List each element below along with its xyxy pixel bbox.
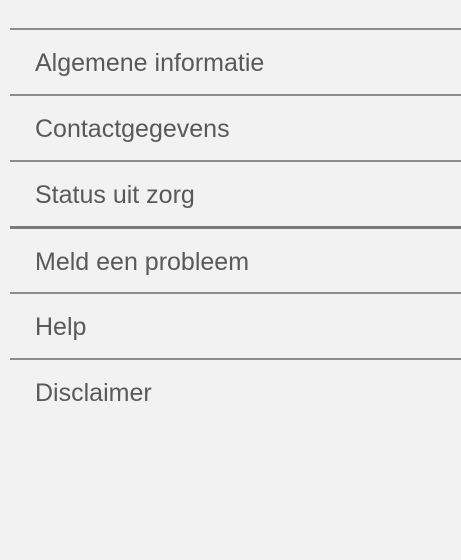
menu-item-contactgegevens[interactable]: Contactgegevens bbox=[10, 94, 461, 160]
menu-item-disclaimer[interactable]: Disclaimer bbox=[10, 358, 461, 424]
side-menu-panel: Algemene informatie Contactgegevens Stat… bbox=[10, 0, 461, 560]
menu-item-status-uit-zorg[interactable]: Status uit zorg bbox=[10, 160, 461, 226]
menu-item-help[interactable]: Help bbox=[10, 292, 461, 358]
menu-item-meld-een-probleem[interactable]: Meld een probleem bbox=[10, 226, 461, 292]
menu-item-algemene-informatie[interactable]: Algemene informatie bbox=[10, 28, 461, 94]
side-menu-list: Algemene informatie Contactgegevens Stat… bbox=[10, 28, 461, 424]
